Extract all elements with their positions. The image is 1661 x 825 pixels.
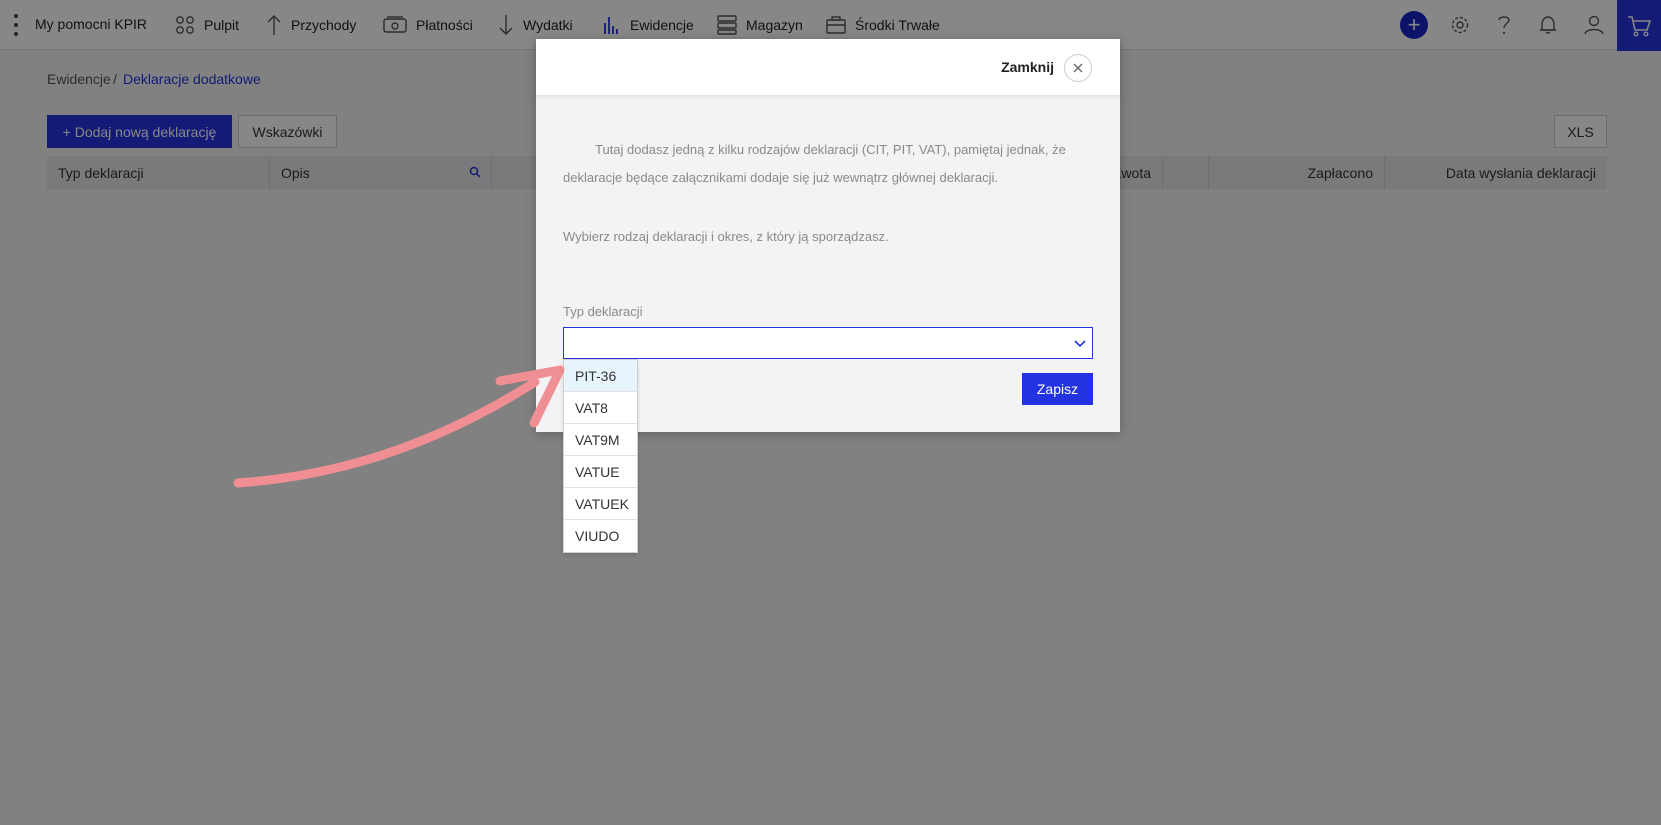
close-icon	[1073, 63, 1083, 73]
chevron-down-icon	[1074, 340, 1086, 348]
annotation-arrow-icon	[233, 365, 565, 488]
declaration-type-label: Typ deklaracji	[563, 304, 643, 319]
option-vatuek[interactable]: VATUEK	[564, 488, 637, 520]
option-pit-36[interactable]: PIT-36	[564, 360, 637, 392]
option-vatue[interactable]: VATUE	[564, 456, 637, 488]
option-viudo[interactable]: VIUDO	[564, 520, 637, 552]
close-label[interactable]: Zamknij	[1001, 59, 1054, 75]
close-button[interactable]	[1064, 54, 1092, 82]
modal-instruction-text: Wybierz rodzaj deklaracji i okres, z któ…	[563, 229, 889, 244]
modal-info-text: Tutaj dodasz jedną z kilku rodzajów dekl…	[563, 142, 1066, 185]
declaration-type-select[interactable]	[563, 327, 1093, 359]
option-vat8[interactable]: VAT8	[564, 392, 637, 424]
save-button[interactable]: Zapisz	[1022, 373, 1093, 405]
option-vat9m[interactable]: VAT9M	[564, 424, 637, 456]
modal-header: Zamknij	[536, 39, 1120, 95]
declaration-type-options: PIT-36 VAT8 VAT9M VATUE VATUEK VIUDO	[563, 359, 638, 553]
